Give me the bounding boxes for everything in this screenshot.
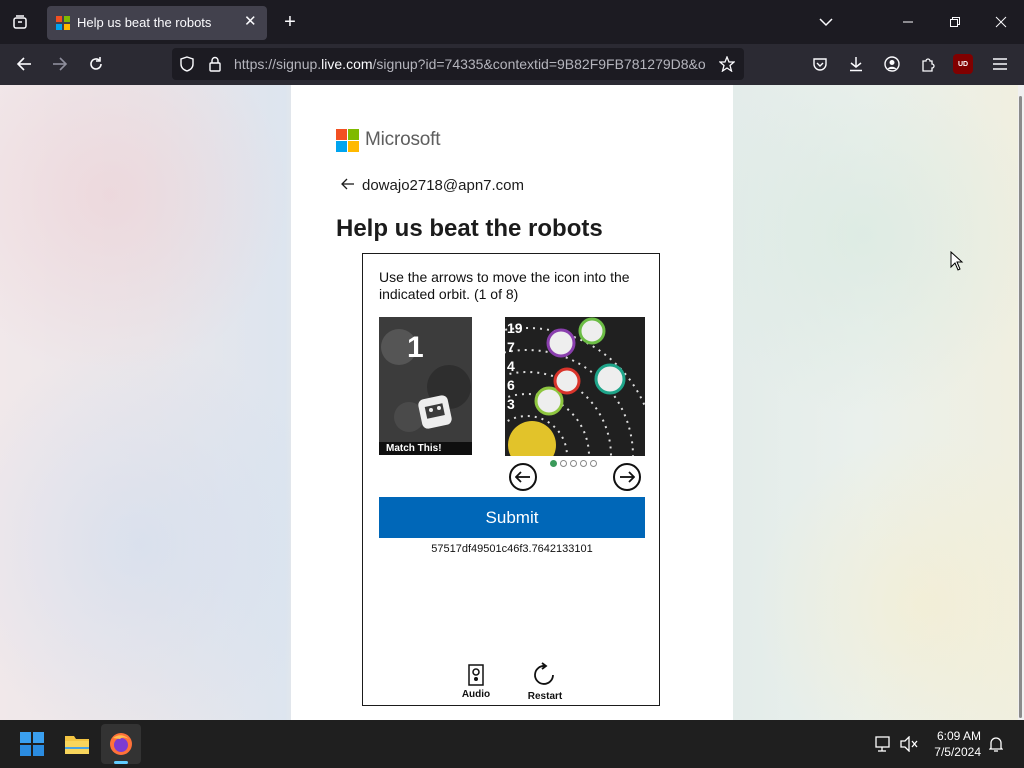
active-app-indicator bbox=[114, 761, 128, 764]
orbit-number-labels: 19 7 4 6 3 bbox=[507, 320, 523, 412]
captcha-panel: Use the arrows to move the icon into the… bbox=[362, 253, 660, 706]
reload-icon[interactable] bbox=[84, 52, 108, 76]
taskbar: 6:09 AM 7/5/2024 bbox=[0, 720, 1024, 768]
page-viewport: Microsoft dowajo2718@apn7.com Help us be… bbox=[0, 85, 1018, 720]
session-token: 57517df49501c46f3.7642133101 bbox=[431, 543, 593, 555]
submit-button[interactable]: Submit bbox=[379, 497, 645, 538]
clock-time: 6:09 AM bbox=[936, 729, 981, 743]
orbit-planet-icon bbox=[594, 363, 626, 395]
restart-label: Restart bbox=[527, 691, 563, 702]
match-label: Match This! bbox=[379, 442, 472, 455]
ublock-icon[interactable]: UD bbox=[953, 54, 973, 74]
start-windows-icon[interactable] bbox=[12, 724, 52, 764]
position-dot bbox=[580, 460, 587, 467]
restart-button[interactable]: Restart bbox=[525, 662, 565, 702]
active-tab[interactable]: Help us beat the robots ✕ bbox=[47, 6, 267, 40]
position-dot bbox=[560, 460, 567, 467]
account-email[interactable]: dowajo2718@apn7.com bbox=[362, 177, 524, 194]
mouse-cursor-icon bbox=[950, 250, 964, 276]
move-left-button[interactable] bbox=[509, 463, 537, 491]
navigation-toolbar: https://signup.live.com/signup?id=74335&… bbox=[0, 44, 1024, 85]
tab-title: Help us beat the robots bbox=[77, 15, 212, 30]
orbit-planet-icon bbox=[546, 328, 576, 358]
list-tabs-chevron-icon[interactable] bbox=[814, 10, 838, 34]
extensions-puzzle-icon[interactable] bbox=[916, 52, 940, 76]
menu-hamburger-icon[interactable] bbox=[988, 52, 1012, 76]
arrow-right-icon bbox=[620, 471, 635, 483]
address-bar[interactable]: https://signup.live.com/signup?id=74335&… bbox=[172, 48, 744, 80]
firefox-taskbar-icon[interactable] bbox=[101, 724, 141, 764]
move-right-button[interactable] bbox=[613, 463, 641, 491]
match-orbit-number: 1 bbox=[407, 331, 424, 364]
forward-icon[interactable] bbox=[48, 52, 72, 76]
network-icon[interactable] bbox=[874, 734, 894, 754]
restart-icon bbox=[534, 662, 554, 685]
tab-manager-icon[interactable] bbox=[8, 10, 32, 34]
audio-label: Audio bbox=[461, 689, 491, 700]
orbit-image: 19 7 4 6 3 bbox=[505, 317, 645, 456]
volume-muted-icon[interactable] bbox=[899, 734, 919, 754]
restore-icon[interactable] bbox=[943, 10, 967, 34]
notification-bell-icon[interactable] bbox=[986, 734, 1006, 754]
tab-close-icon[interactable]: ✕ bbox=[244, 12, 257, 30]
speaker-icon bbox=[468, 664, 484, 686]
lock-icon[interactable] bbox=[205, 54, 225, 74]
back-icon[interactable] bbox=[12, 52, 36, 76]
tab-bar: Help us beat the robots ✕ + bbox=[0, 0, 1024, 44]
back-arrow-icon[interactable] bbox=[341, 177, 355, 195]
orbit-planet-icon bbox=[553, 367, 581, 395]
microsoft-logo-icon bbox=[336, 129, 359, 152]
arrow-left-icon bbox=[515, 471, 530, 483]
account-icon[interactable] bbox=[880, 52, 904, 76]
downloads-icon[interactable] bbox=[844, 52, 868, 76]
position-dot bbox=[570, 460, 577, 467]
bookmark-star-icon[interactable] bbox=[717, 54, 737, 74]
pocket-icon[interactable] bbox=[808, 52, 832, 76]
microsoft-wordmark: Microsoft bbox=[365, 129, 441, 150]
match-image: 1 Match This! bbox=[379, 317, 472, 455]
page-title: Help us beat the robots bbox=[336, 215, 603, 242]
orbit-planet-icon bbox=[534, 386, 564, 416]
orbit-planet-icon bbox=[578, 317, 606, 345]
tracking-shield-icon[interactable] bbox=[177, 54, 197, 74]
microsoft-favicon-icon bbox=[56, 16, 70, 30]
url-text[interactable]: https://signup.live.com/signup?id=74335&… bbox=[234, 56, 710, 72]
minimize-icon[interactable] bbox=[896, 10, 920, 34]
close-window-icon[interactable] bbox=[989, 10, 1013, 34]
captcha-instruction: Use the arrows to move the icon into the… bbox=[379, 269, 630, 302]
position-dot bbox=[590, 460, 597, 467]
position-dot-active bbox=[550, 460, 557, 467]
system-clock[interactable]: 6:09 AM 7/5/2024 bbox=[934, 728, 981, 760]
signup-card: Microsoft dowajo2718@apn7.com Help us be… bbox=[291, 85, 733, 720]
clock-date: 7/5/2024 bbox=[934, 745, 981, 759]
match-robot-icon bbox=[418, 395, 452, 429]
new-tab-icon[interactable]: + bbox=[278, 10, 302, 34]
scrollbar-thumb[interactable] bbox=[1019, 96, 1022, 718]
audio-button[interactable]: Audio bbox=[459, 664, 493, 700]
file-explorer-icon[interactable] bbox=[57, 724, 97, 764]
